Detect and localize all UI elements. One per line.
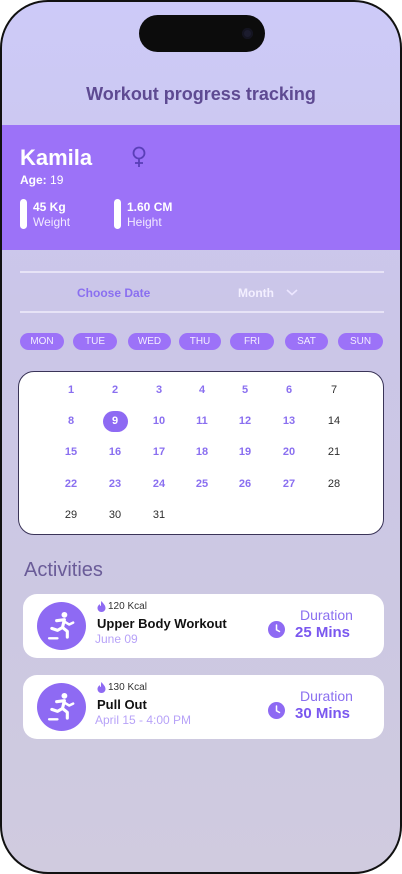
calendar-day[interactable]: 4 [189,380,215,400]
page-title: Workout progress tracking [86,84,316,104]
duration-label: Duration [300,607,353,623]
duration-value: 30 Mins [295,705,351,722]
calendar-day[interactable]: 8 [58,411,84,431]
activity-card[interactable]: 120 Kcal Upper Body Workout June 09 Dura… [23,594,384,658]
runner-icon [37,683,86,731]
calendar-day[interactable]: 18 [189,442,215,462]
activity-date: June 09 [95,632,138,646]
calendar-day[interactable]: 23 [102,474,128,494]
calendar-day[interactable]: 15 [58,442,84,462]
calendar-day[interactable]: 21 [321,442,347,462]
calendar-day[interactable]: 11 [189,411,215,431]
app-screen: Workout progress tracking Kamila Age: 19… [2,2,400,872]
weekday-fri[interactable]: FRI [230,333,274,350]
calendar-day[interactable]: 14 [321,411,347,431]
weekday-sun[interactable]: SUN [338,333,383,350]
calories-value: 130 Kcal [108,682,147,693]
calendar-day[interactable]: 5 [232,380,258,400]
calendar-day[interactable]: 3 [146,380,172,400]
activity-card[interactable]: 130 Kcal Pull Out April 15 - 4:00 PM Dur… [23,675,384,739]
calendar-day-selected[interactable]: 9 [102,411,128,432]
calendar-day[interactable]: 1 [58,380,84,400]
age-value: 19 [50,173,64,187]
calendar-day[interactable]: 17 [146,442,172,462]
calendar-day[interactable]: 27 [276,474,302,494]
weekday-mon[interactable]: MON [20,333,64,350]
calendar-day[interactable]: 22 [58,474,84,494]
weekday-sat[interactable]: SAT [285,333,328,350]
filter-divider-bottom [20,311,384,313]
calories-text: 130 Kcal [97,682,147,693]
calendar-day[interactable]: 13 [276,411,302,431]
clock-icon [268,621,285,638]
activity-name: Pull Out [97,697,147,712]
calories-value: 120 Kcal [108,601,147,612]
weekday-tue[interactable]: TUE [73,333,117,350]
clock-icon [268,702,285,719]
dynamic-island [139,15,265,52]
calories-text: 120 Kcal [97,601,147,612]
calendar-day[interactable]: 30 [102,505,128,525]
age-label: Age: [20,173,47,187]
calendar-day[interactable]: 29 [58,505,84,525]
user-name: Kamila [20,145,93,170]
profile-banner: Kamila Age: 19 45 Kg Weight 1.60 CM Heig… [2,125,400,250]
calendar-day[interactable]: 26 [232,474,258,494]
calendar-day[interactable]: 6 [276,380,302,400]
activity-name: Upper Body Workout [97,616,227,631]
height-value: 1.60 CM [127,200,173,214]
calendar-day[interactable]: 19 [232,442,258,462]
phone-frame: Workout progress tracking Kamila Age: 19… [0,0,402,874]
flame-icon [97,682,106,693]
weight-stat: 45 Kg Weight [20,199,100,231]
calendar-day[interactable]: 2 [102,380,128,400]
height-stat: 1.60 CM Height [114,199,204,231]
calendar-day[interactable]: 12 [232,411,258,431]
calendar-day[interactable]: 24 [146,474,172,494]
duration-value: 25 Mins [295,624,351,641]
weekday-thu[interactable]: THU [179,333,221,350]
flame-icon [97,601,106,612]
activities-heading: Activities [24,559,103,581]
calendar-day[interactable]: 31 [146,505,172,525]
calendar-day[interactable]: 7 [321,380,347,400]
duration-label: Duration [300,688,353,704]
period-select[interactable]: Month [238,286,274,300]
height-bar [114,199,121,229]
choose-date-button[interactable]: Choose Date [77,286,150,300]
activity-date: April 15 - 4:00 PM [95,713,192,727]
weekday-wed[interactable]: WED [128,333,171,350]
calendar-day[interactable]: 16 [102,442,128,462]
weight-bar [20,199,27,229]
calendar-day[interactable]: 10 [146,411,172,431]
month-calendar: 1 2 3 4 5 6 7 8 9 10 11 12 13 14 15 16 17 18 19 20 21 22 23 24 2… [18,371,384,535]
calendar-day[interactable]: 20 [276,442,302,462]
height-label: Height [127,215,162,229]
chevron-down-icon[interactable] [285,285,299,299]
runner-icon [37,602,86,650]
camera-icon [242,28,253,39]
calendar-day[interactable]: 28 [321,474,347,494]
age-text: Age: 19 [20,173,63,187]
filter-divider-top [20,271,384,273]
calendar-day[interactable]: 25 [189,474,215,494]
weight-label: Weight [33,215,71,229]
female-symbol-icon [132,146,146,167]
weight-value: 45 Kg [33,200,66,214]
